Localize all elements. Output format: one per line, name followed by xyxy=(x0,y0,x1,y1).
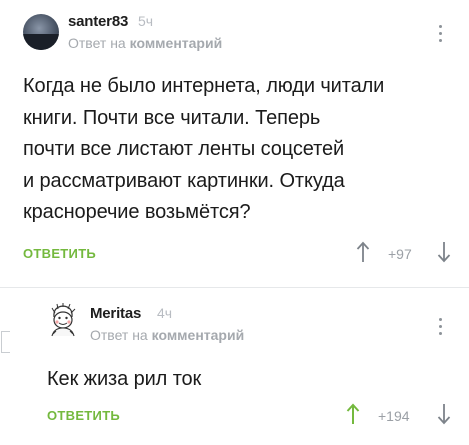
username[interactable]: Meritas xyxy=(90,305,141,322)
avatar[interactable] xyxy=(23,14,59,50)
reply-prefix: Ответ на xyxy=(90,327,148,343)
vote-score: +194 xyxy=(378,408,410,424)
reply-meta: Ответ на комментарий xyxy=(90,327,244,343)
thread-collapse-handle[interactable] xyxy=(1,331,10,353)
comment: santer83 5ч Ответ на комментарий Когда н… xyxy=(0,0,469,287)
comment-time: 5ч xyxy=(138,13,154,29)
comment-line: и рассматривают картинки. Откуда xyxy=(23,169,345,192)
avatar[interactable] xyxy=(48,303,78,337)
kebab-menu-icon[interactable] xyxy=(439,318,443,339)
arrow-down-icon[interactable] xyxy=(437,241,451,263)
parent-comment-link[interactable]: комментарий xyxy=(152,327,245,343)
arrow-down-icon[interactable] xyxy=(437,403,451,425)
username[interactable]: santer83 xyxy=(68,13,128,30)
comment-line: красноречие возьмётся? xyxy=(23,201,251,223)
parent-comment-link[interactable]: комментарий xyxy=(130,35,223,51)
arrow-up-icon[interactable] xyxy=(346,403,360,425)
reply-prefix: Ответ на xyxy=(68,35,126,51)
vote-score: +97 xyxy=(388,246,412,262)
kebab-menu-icon[interactable] xyxy=(439,25,443,46)
reply-button[interactable]: ОТВЕТИТЬ xyxy=(23,246,96,261)
reply-meta: Ответ на комментарий xyxy=(68,35,222,51)
comment-body: Когда не было интернета, люди читали кни… xyxy=(23,71,384,229)
arrow-up-icon[interactable] xyxy=(356,241,370,263)
comment-line: Кек жиза рил ток xyxy=(47,368,202,390)
comment-body: Кек жиза рил ток xyxy=(47,364,201,396)
comment-line: Когда не было интернета, люди читали xyxy=(23,75,385,97)
comment-time: 4ч xyxy=(157,305,173,321)
comment-line: книги. Почти все читали. Теперь xyxy=(23,106,321,129)
reply-button[interactable]: ОТВЕТИТЬ xyxy=(47,408,120,423)
comment-line: почти все листают ленты соцсетей xyxy=(23,138,345,160)
